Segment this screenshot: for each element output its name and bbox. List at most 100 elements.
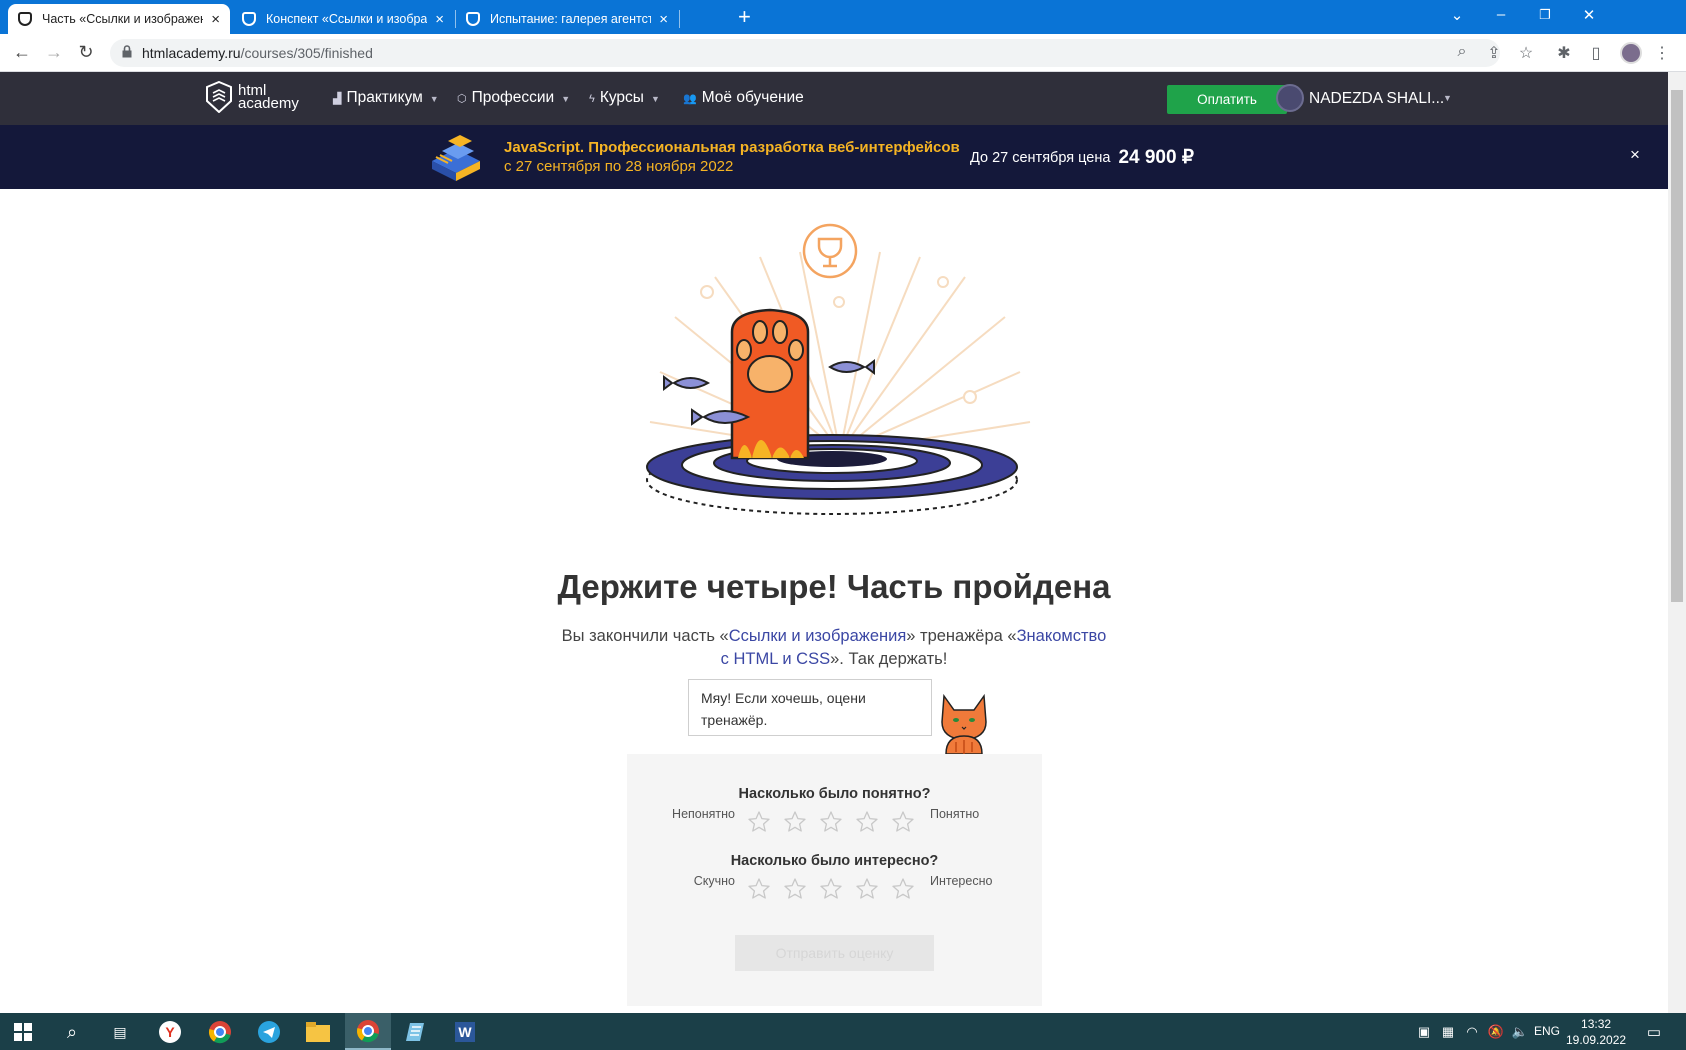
extensions-icon[interactable]: ✱ bbox=[1553, 43, 1575, 63]
menu-courses[interactable]: ϟ Курсы ▼ bbox=[589, 89, 660, 107]
zoom-icon[interactable]: ⌕ bbox=[1451, 43, 1473, 61]
notepad-icon[interactable] bbox=[403, 1018, 431, 1046]
menu-label: Профессии bbox=[471, 89, 555, 106]
windows-start-icon[interactable] bbox=[9, 1018, 37, 1046]
os-taskbar: ⌕ ▤ Y W ▣ ▦ ◠ 🔕 🔈 ENG 13:32 19.09.2022 ▭ bbox=[0, 1013, 1686, 1050]
clock-time: 13:32 bbox=[1581, 1017, 1612, 1031]
menu-professions[interactable]: ⬡ Профессии ▼ bbox=[457, 89, 570, 107]
rating-star-icon[interactable] bbox=[778, 810, 814, 834]
banner-close-button[interactable]: × bbox=[1630, 145, 1640, 165]
logo-shield-icon bbox=[206, 81, 232, 113]
menu-practicum[interactable]: ▟ Практикум ▼ bbox=[333, 89, 439, 107]
profile-avatar[interactable] bbox=[1620, 42, 1642, 64]
rating-star-icon[interactable] bbox=[886, 877, 922, 901]
tab-separator bbox=[679, 10, 680, 28]
site-header: html academy ▟ Практикум ▼ ⬡ Профессии ▼ ϟ Ку… bbox=[0, 72, 1668, 125]
text-part: Вы закончили часть « bbox=[561, 627, 729, 645]
interest-stars bbox=[742, 877, 922, 901]
text-part: » тренажёра « bbox=[906, 627, 1017, 645]
close-tab-icon[interactable]: × bbox=[659, 11, 668, 28]
banner-dates: с 27 сентября по 28 ноября 2022 bbox=[504, 158, 734, 175]
rating-star-icon[interactable] bbox=[742, 810, 778, 834]
url-host: htmlacademy.ru bbox=[142, 45, 241, 61]
share-icon[interactable]: ⇪ bbox=[1483, 43, 1505, 63]
bolt-icon: ϟ bbox=[589, 93, 595, 105]
svg-text:Y: Y bbox=[165, 1024, 175, 1040]
tab-summary[interactable]: Конспект «Ссылки и изображения» × bbox=[232, 4, 454, 34]
interest-question: Насколько было интересно? bbox=[730, 853, 939, 869]
menu-label: Практикум bbox=[346, 89, 423, 106]
file-explorer-icon[interactable] bbox=[304, 1018, 332, 1046]
chevron-down-icon[interactable]: ▼ bbox=[1443, 93, 1452, 103]
forward-icon[interactable]: → bbox=[42, 42, 66, 63]
close-tab-icon[interactable]: × bbox=[435, 11, 444, 28]
rating-star-icon[interactable] bbox=[814, 877, 850, 901]
page-scrollbar[interactable] bbox=[1668, 72, 1686, 1013]
tab-course-part[interactable]: Часть «Ссылки и изображения» × bbox=[8, 4, 230, 34]
browser-tab-bar: Часть «Ссылки и изображения» × Конспект … bbox=[0, 0, 1686, 34]
tab-title: Конспект «Ссылки и изображения» bbox=[266, 12, 428, 26]
scrollbar-thumb[interactable] bbox=[1671, 90, 1683, 602]
people-icon: 👥 bbox=[683, 93, 697, 105]
speech-bubble: Мяу! Если хочешь, оцени тренажёр. bbox=[688, 679, 932, 736]
browser-menu-icon[interactable]: ⋮ bbox=[1651, 43, 1673, 63]
chart-icon: ▟ bbox=[333, 93, 342, 105]
clarity-high-label: Понятно bbox=[930, 807, 980, 821]
site-logo[interactable]: html academy bbox=[206, 81, 299, 113]
rating-star-icon[interactable] bbox=[742, 877, 778, 901]
action-center-icon[interactable]: ▭ bbox=[1640, 1018, 1668, 1046]
chrome-icon[interactable] bbox=[206, 1018, 234, 1046]
clock-date: 19.09.2022 bbox=[1566, 1033, 1627, 1047]
interest-low-label: Скучно bbox=[693, 874, 735, 888]
word-icon[interactable]: W bbox=[451, 1018, 479, 1046]
rating-star-icon[interactable] bbox=[850, 877, 886, 901]
chevron-down-icon: ▼ bbox=[650, 94, 660, 104]
url-text: htmlacademy.ru/courses/305/finished bbox=[142, 45, 373, 61]
page-title: Держите четыре! Часть пройдена bbox=[557, 568, 1111, 605]
htmlacademy-favicon-icon bbox=[18, 12, 32, 26]
submit-rating-button[interactable]: Отправить оценку bbox=[735, 935, 934, 971]
close-window-icon[interactable]: ✕ bbox=[1574, 6, 1604, 24]
pay-button[interactable]: Оплатить bbox=[1167, 85, 1287, 114]
menu-label: Курсы bbox=[599, 89, 644, 106]
new-tab-button[interactable]: + bbox=[738, 5, 751, 29]
rating-star-icon[interactable] bbox=[778, 877, 814, 901]
reload-icon[interactable]: ↻ bbox=[74, 42, 98, 63]
htmlacademy-favicon-icon bbox=[466, 12, 480, 26]
rating-star-icon[interactable] bbox=[814, 810, 850, 834]
minimize-icon[interactable]: – bbox=[1486, 6, 1516, 23]
tab-search-icon[interactable]: ⌄ bbox=[1442, 6, 1472, 24]
htmlacademy-favicon-icon bbox=[242, 12, 256, 26]
chrome-active-icon[interactable] bbox=[345, 1013, 391, 1050]
rating-star-icon[interactable] bbox=[886, 810, 922, 834]
restore-icon[interactable]: ❐ bbox=[1530, 7, 1560, 23]
logo-line2: academy bbox=[238, 95, 299, 112]
tab-title: Часть «Ссылки и изображения» bbox=[42, 12, 203, 26]
side-panel-icon[interactable]: ▯ bbox=[1585, 43, 1607, 63]
cat-mascot-icon bbox=[941, 693, 987, 754]
close-tab-icon[interactable]: × bbox=[211, 11, 220, 28]
promo-banner[interactable]: JavaScript. Профессиональная разработка … bbox=[0, 125, 1668, 189]
part-link[interactable]: Ссылки и изображения bbox=[729, 627, 907, 645]
back-icon[interactable]: ← bbox=[10, 42, 34, 63]
language-indicator[interactable]: ENG bbox=[1534, 1024, 1560, 1038]
task-view-icon[interactable]: ▤ bbox=[106, 1018, 134, 1046]
tab-challenge[interactable]: Испытание: галерея агентства « × bbox=[456, 4, 678, 34]
system-clock[interactable]: 13:32 19.09.2022 bbox=[1566, 1016, 1626, 1048]
telegram-icon[interactable] bbox=[255, 1018, 283, 1046]
user-avatar[interactable] bbox=[1276, 84, 1304, 112]
search-icon[interactable]: ⌕ bbox=[58, 1018, 86, 1046]
chevron-down-icon: ▼ bbox=[429, 94, 439, 104]
browser-toolbar: ← → ↻ htmlacademy.ru/courses/305/finishe… bbox=[0, 34, 1686, 72]
text-part: ». Так держать! bbox=[830, 650, 948, 668]
bookmark-star-icon[interactable]: ☆ bbox=[1515, 43, 1537, 63]
address-bar[interactable]: htmlacademy.ru/courses/305/finished bbox=[110, 39, 1500, 67]
rating-star-icon[interactable] bbox=[850, 810, 886, 834]
clarity-low-label: Непонятно bbox=[672, 807, 735, 821]
paw-trophy-illustration bbox=[646, 223, 1031, 515]
user-name[interactable]: NADEZDA SHALI... bbox=[1309, 90, 1444, 108]
volume-icon[interactable]: 🔈 bbox=[1506, 1018, 1534, 1046]
menu-my-learning[interactable]: 👥 Моё обучение bbox=[683, 89, 804, 107]
interest-high-label: Интересно bbox=[930, 874, 993, 888]
yandex-browser-icon[interactable]: Y bbox=[156, 1018, 184, 1046]
